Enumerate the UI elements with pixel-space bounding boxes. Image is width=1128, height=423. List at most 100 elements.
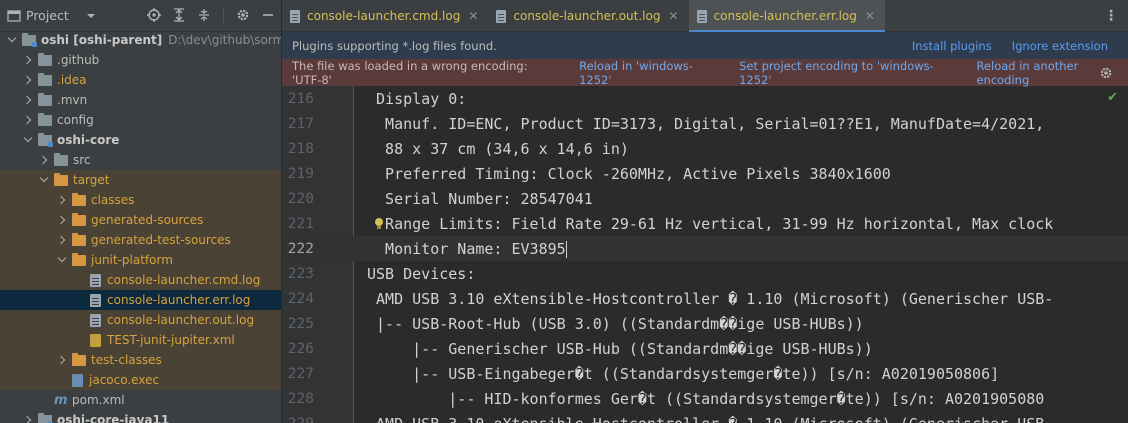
line-text-with-caret: Monitor Name: EV3895 [367, 240, 567, 258]
chevron-down-icon[interactable] [56, 254, 68, 266]
project-tree: oshi [oshi-parent] D:\dev\github\sormura… [0, 30, 281, 423]
code-line[interactable]: 216 Display 0: [282, 86, 1128, 111]
ignore-extension-link[interactable]: Ignore extension [1012, 39, 1108, 53]
code-line[interactable]: 227 |-- USB-Eingabeger�t ((Standardsyste… [282, 361, 1128, 386]
chevron-right-icon[interactable] [22, 414, 34, 423]
chevron-down-icon[interactable] [22, 134, 34, 146]
excluded-folder-icon [72, 232, 86, 246]
tree-label: pom.xml [72, 393, 125, 407]
tree-label: target [73, 173, 110, 187]
tree-row-github[interactable]: .github [0, 50, 281, 70]
line-text: |-- Generischer USB-Hub ((Standardm��ige… [367, 339, 873, 358]
close-icon[interactable]: ✕ [668, 9, 678, 23]
excluded-folder-icon [72, 212, 86, 226]
code-line[interactable]: 219 Preferred Timing: Clock -260MHz, Act… [282, 161, 1128, 186]
tab-out-log[interactable]: console-launcher.out.log ✕ [488, 0, 688, 32]
code-line[interactable]: 224 AMD USB 3.10 eXtensible-Hostcontroll… [282, 286, 1128, 311]
tree-row-junit-platform[interactable]: junit-platform [0, 250, 281, 270]
log-file-icon [90, 313, 101, 327]
tree-row-pom[interactable]: m pom.xml [0, 390, 281, 410]
log-file-icon [90, 273, 101, 287]
log-file-icon [496, 9, 507, 23]
code-line-current[interactable]: 222 Monitor Name: EV3895 [282, 236, 1128, 261]
tree-row-cmd-log[interactable]: console-launcher.cmd.log [0, 270, 281, 290]
tree-row-generated-test-sources[interactable]: generated-test-sources [0, 230, 281, 250]
hide-panel-icon[interactable] [260, 7, 276, 23]
tab-err-log[interactable]: console-launcher.err.log ✕ [688, 0, 886, 33]
tree-row-test-classes[interactable]: test-classes [0, 350, 281, 370]
line-number: 220 [287, 190, 314, 207]
tree-row-src[interactable]: src [0, 150, 281, 170]
tree-row-test-xml[interactable]: TEST-junit-jupiter.xml [0, 330, 281, 350]
set-project-encoding-link[interactable]: Set project encoding to 'windows-1252' [739, 59, 956, 87]
tree-row-jacoco[interactable]: jacoco.exec [0, 370, 281, 390]
code-line[interactable]: 221 Range Limits: Field Rate 29-61 Hz ve… [282, 211, 1128, 236]
code-line[interactable]: 223 USB Devices: [282, 261, 1128, 286]
tree-row-oshi[interactable]: oshi [oshi-parent] D:\dev\github\sormura… [0, 30, 281, 50]
log-file-icon [290, 9, 300, 23]
editor-tabs: console-launcher.cmd.log ✕ console-launc… [282, 0, 1128, 33]
chevron-right-icon[interactable] [38, 154, 50, 166]
text-caret [565, 240, 567, 258]
close-icon[interactable]: ✕ [468, 9, 478, 23]
gear-icon[interactable] [235, 7, 251, 23]
tree-label: src [73, 153, 91, 167]
locate-file-icon[interactable] [146, 7, 162, 23]
chevron-right-icon[interactable] [56, 234, 68, 246]
more-options-icon[interactable]: ⋮ [1104, 8, 1118, 24]
plugins-banner: Plugins supporting *.log files found. In… [282, 32, 1128, 59]
chevron-right-icon[interactable] [22, 94, 34, 106]
project-title[interactable]: Project [26, 8, 69, 23]
folder-icon [38, 92, 52, 106]
tree-row-target[interactable]: target [0, 170, 281, 190]
tree-row-config[interactable]: config [0, 110, 281, 130]
gear-icon[interactable] [1098, 65, 1114, 81]
chevron-right-icon[interactable] [56, 214, 68, 226]
expand-all-icon[interactable] [171, 7, 187, 23]
project-header: Project [0, 0, 281, 32]
code-line[interactable]: 225 |-- USB-Root-Hub (USB 3.0) ((Standar… [282, 311, 1128, 336]
tree-row-oshi-core[interactable]: oshi-core [0, 130, 281, 150]
line-number: 225 [287, 315, 314, 332]
tree-label: oshi-core-java11 [57, 413, 170, 423]
project-view-icon [6, 8, 22, 24]
code-line[interactable]: 217 Manuf. ID=ENC, Product ID=3173, Digi… [282, 111, 1128, 136]
chevron-down-icon[interactable] [38, 174, 50, 186]
inspection-ok-check-icon[interactable]: ✔ [1107, 90, 1118, 105]
tree-row-generated-sources[interactable]: generated-sources [0, 210, 281, 230]
tree-label: oshi [oshi-parent] [41, 33, 163, 47]
reload-encoding-link[interactable]: Reload in 'windows-1252' [579, 59, 719, 87]
chevron-right-icon[interactable] [22, 54, 34, 66]
chevron-right-icon[interactable] [56, 354, 68, 366]
code-line[interactable]: 229 AMD USB 3.10 eXtensible-Hostcontroll… [282, 411, 1128, 423]
chevron-right-icon[interactable] [22, 74, 34, 86]
tree-row-idea[interactable]: .idea [0, 70, 281, 90]
code-line[interactable]: 228 |-- HID-konformes Ger�t ((Standardsy… [282, 386, 1128, 411]
tree-row-err-log[interactable]: console-launcher.err.log [0, 290, 281, 310]
module-folder-icon [38, 132, 53, 147]
line-text: Manuf. ID=ENC, Product ID=3173, Digital,… [367, 114, 1045, 133]
tree-label: .idea [57, 73, 87, 87]
chevron-right-icon[interactable] [22, 114, 34, 126]
collapse-all-icon[interactable] [196, 7, 212, 23]
line-number: 223 [287, 265, 314, 282]
line-number: 226 [287, 340, 314, 357]
chevron-right-icon[interactable] [56, 194, 68, 206]
install-plugins-link[interactable]: Install plugins [912, 39, 992, 53]
code-line[interactable]: 226 |-- Generischer USB-Hub ((Standardm�… [282, 336, 1128, 361]
tab-cmd-log[interactable]: console-launcher.cmd.log ✕ [282, 0, 488, 32]
close-icon[interactable]: ✕ [865, 9, 875, 23]
chevron-down-icon[interactable] [6, 34, 18, 46]
tree-row-mvn[interactable]: .mvn [0, 90, 281, 110]
code-line[interactable]: 220 Serial Number: 28547041 [282, 186, 1128, 211]
view-dropdown-chevron-icon[interactable] [83, 8, 99, 24]
tree-label: junit-platform [91, 253, 173, 267]
tree-path: D:\dev\github\sormuras\o [168, 33, 281, 47]
module-folder-icon [38, 412, 53, 423]
tree-row-oshi-core-java11[interactable]: oshi-core-java11 [0, 410, 281, 423]
tree-row-out-log[interactable]: console-launcher.out.log [0, 310, 281, 330]
tree-row-classes[interactable]: classes [0, 190, 281, 210]
tree-label: .mvn [57, 93, 88, 107]
code-line[interactable]: 218 88 x 37 cm (34,6 x 14,6 in) [282, 136, 1128, 161]
code-editor[interactable]: 216 Display 0: 217 Manuf. ID=ENC, Produc… [282, 86, 1128, 423]
